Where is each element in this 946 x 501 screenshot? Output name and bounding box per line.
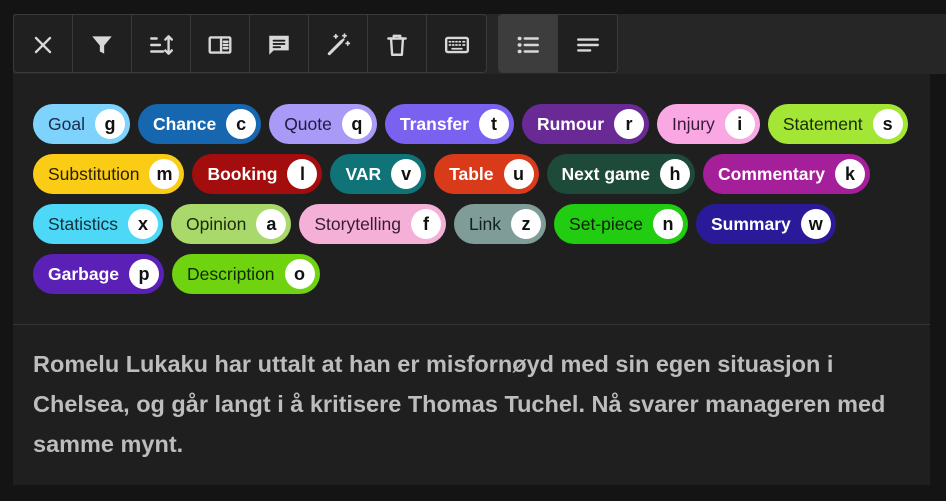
tag-label: Injury [672,113,715,134]
close-icon [34,36,52,53]
tag-quote[interactable]: Quote q [269,104,377,144]
tag-statistics[interactable]: Statistics x [33,204,164,244]
divider [13,324,930,325]
tag-shortcut-key: o [284,259,315,289]
tag-table[interactable]: Table u [434,154,539,194]
tag-label: Next game [561,163,651,184]
tag-label: Chance [152,113,217,134]
tag-shortcut-key: w [800,209,831,239]
magic-wand-icon [327,32,351,55]
tag-shortcut-key: s [872,109,903,139]
tag-shortcut-key: g [94,109,125,139]
sort-button[interactable] [132,15,191,72]
tag-chance[interactable]: Chance c [137,104,262,144]
tag-label: Opinion [186,213,247,234]
toolbar [13,14,618,73]
filter-icon [92,35,112,54]
tag-storytelling[interactable]: Storytelling f [299,204,446,244]
tag-label: Statement [782,113,863,134]
keyboard-button[interactable] [427,15,486,72]
tag-injury[interactable]: Injury i [657,104,760,144]
tag-label: Link [468,213,502,234]
tag-summary[interactable]: Summary w [695,204,836,244]
filter-button[interactable] [73,15,132,72]
close-button[interactable] [14,15,73,72]
tag-set-piece[interactable]: Set-piece n [554,204,688,244]
comment-icon [269,35,289,55]
tag-commentary[interactable]: Commentary k [703,154,871,194]
tag-shortcut-key: r [614,109,645,139]
tag-shortcut-key: m [149,159,180,189]
delete-button[interactable] [368,15,427,72]
list-view-icon [517,36,539,53]
tag-label: Set-piece [569,213,643,234]
tag-link[interactable]: Link z [453,204,547,244]
tag-label: Statistics [48,213,119,234]
keyboard-icon [444,36,469,53]
tag-shortcut-key: l [287,159,318,189]
tag-shortcut-key: p [129,259,159,289]
tag-substitution[interactable]: Substitution m [33,154,185,194]
tag-shortcut-key: n [652,209,683,239]
tag-booking[interactable]: Booking l [192,154,323,194]
list-view-button[interactable] [499,15,558,72]
tag-next-game[interactable]: Next game h [546,154,696,194]
tag-shortcut-key: k [835,159,866,189]
tag-shortcut-key: v [391,159,422,189]
tag-garbage[interactable]: Garbage p [33,254,164,294]
tag-label: Goal [48,113,85,134]
tag-label: Quote [284,113,332,134]
tag-transfer[interactable]: Transfer t [384,104,514,144]
tag-var[interactable]: VAR v [330,154,427,194]
tag-label: Substitution [48,163,140,184]
tag-shortcut-key: f [410,209,441,239]
tag-shortcut-key: z [511,209,542,239]
sidebar-panel-icon [208,35,232,54]
comment-button[interactable] [250,15,309,72]
magic-wand-button[interactable] [309,15,368,72]
tag-label: Summary [710,213,791,234]
tag-description[interactable]: Description o [172,254,320,294]
tag-shortcut-key: h [660,159,691,189]
text-view-icon [576,37,599,52]
tag-shortcut-key: u [503,159,534,189]
text-view-button[interactable] [558,15,617,72]
tag-list: Goal g Chance c Quote q Transfer t Rumour r Injury… [33,104,913,294]
tag-shortcut-key: q [341,109,372,139]
trash-icon [387,34,407,56]
tag-statement[interactable]: Statement s [767,104,908,144]
toolbar-view-group [498,14,618,73]
article-text: Romelu Lukaku har uttalt at han er misfo… [33,351,886,457]
tag-label: Commentary [718,163,826,184]
tag-label: VAR [345,163,382,184]
tag-shortcut-key: x [128,209,159,239]
toolbar-actions-group [13,14,487,73]
sidebar-panel-button[interactable] [191,15,250,72]
tag-label: Booking [207,163,278,184]
tag-label: Rumour [536,113,605,134]
tag-label: Description [187,263,275,284]
tag-label: Storytelling [314,213,401,234]
tag-goal[interactable]: Goal g [33,104,130,144]
tag-shortcut-key: a [256,209,287,239]
tag-opinion[interactable]: Opinion a [171,204,292,244]
tag-shortcut-key: c [226,109,257,139]
tag-shortcut-key: i [724,109,755,139]
tag-shortcut-key: t [478,109,509,139]
tag-rumour[interactable]: Rumour r [521,104,650,144]
tag-label: Transfer [399,113,469,134]
sort-icon [150,34,174,55]
tag-label: Table [449,163,494,184]
content-panel: Goal g Chance c Quote q Transfer t Rumour r Injury… [13,74,930,485]
tag-label: Garbage [48,263,119,284]
